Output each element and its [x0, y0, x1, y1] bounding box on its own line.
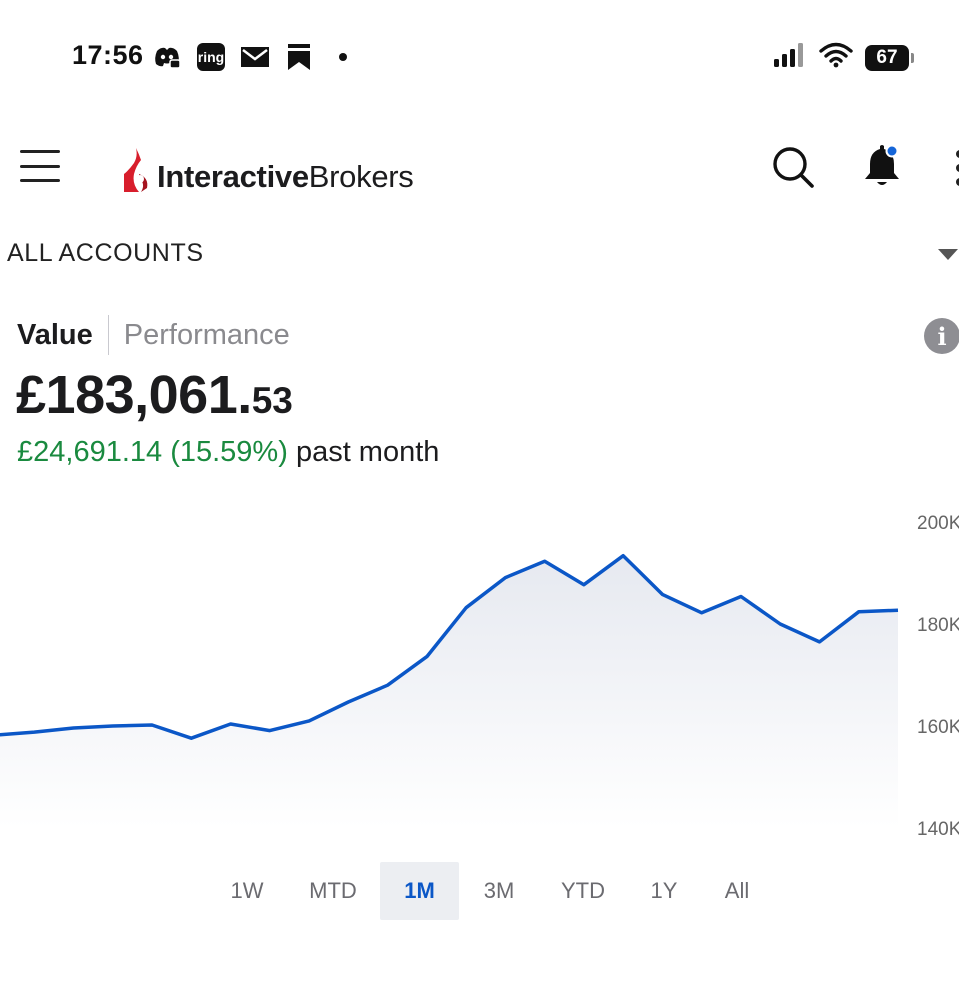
brand-name-light: Brokers — [308, 159, 414, 194]
chevron-down-icon — [938, 249, 958, 260]
notification-icons: ring — [152, 42, 358, 72]
status-right: 67 — [773, 42, 914, 73]
chart-svg: 200K 180K 160K 140K — [0, 513, 959, 840]
notifications-button[interactable] — [860, 142, 904, 188]
more-vertical-icon — [956, 150, 959, 186]
wifi-icon — [819, 42, 853, 73]
range-tab-1m[interactable]: 1M — [380, 862, 459, 920]
brand-name: InteractiveBrokers — [157, 160, 414, 194]
brand-name-bold: Interactive — [157, 159, 309, 194]
range-tab-mtd[interactable]: MTD — [288, 862, 378, 920]
range-tab-ytd[interactable]: YTD — [540, 862, 626, 920]
tab-value[interactable]: Value — [17, 319, 93, 352]
y-tick-label: 140K — [917, 819, 959, 840]
toggle-divider — [107, 315, 109, 355]
change-summary: £24,691.14 (15.59%) past month — [17, 436, 439, 469]
info-icon[interactable]: i — [924, 318, 959, 354]
ring-icon: ring — [196, 42, 226, 72]
account-balance: £183,061.53 — [16, 362, 293, 442]
search-icon — [773, 147, 814, 188]
menu-button[interactable] — [20, 150, 60, 182]
y-tick-label: 180K — [917, 615, 959, 636]
y-tick-label: 160K — [917, 717, 959, 738]
range-tab-3m[interactable]: 3M — [459, 862, 539, 920]
brand-logo: InteractiveBrokers — [123, 144, 414, 194]
y-tick-label: 200K — [917, 513, 959, 534]
tab-performance[interactable]: Performance — [124, 319, 290, 352]
status-bar: 17:56 ring 67 — [0, 0, 959, 110]
status-time: 17:56 — [72, 40, 144, 70]
portfolio-chart[interactable]: 200K 180K 160K 140K — [0, 500, 959, 845]
range-tab-1w[interactable]: 1W — [208, 862, 286, 920]
search-button[interactable] — [770, 144, 816, 190]
account-selector-label: ALL ACCOUNTS — [7, 239, 204, 267]
menu-icon — [20, 150, 60, 153]
app-header: InteractiveBrokers — [0, 130, 959, 210]
bell-icon — [865, 144, 899, 185]
battery-indicator: 67 — [865, 44, 914, 71]
view-toggle: Value Performance — [17, 315, 290, 355]
more-options-button[interactable] — [950, 148, 959, 188]
balance-cents: 53 — [251, 380, 293, 421]
mail-icon — [240, 42, 270, 72]
change-amount: £24,691.14 (15.59%) — [17, 436, 288, 468]
change-period: past month — [295, 436, 440, 468]
range-tab-1y[interactable]: 1Y — [625, 862, 703, 920]
range-tabs: 1W MTD 1M 3M YTD 1Y All — [0, 862, 959, 920]
balance-main: £183,061. — [16, 365, 252, 425]
range-tab-all[interactable]: All — [700, 862, 774, 920]
ib-logo-icon — [124, 148, 148, 192]
signal-icon — [773, 42, 807, 73]
account-selector[interactable]: ALL ACCOUNTS — [0, 230, 959, 280]
chart-area — [0, 555, 898, 828]
dot-icon — [328, 42, 358, 72]
discord-icon — [152, 42, 182, 72]
bookmark-icon — [284, 42, 314, 72]
